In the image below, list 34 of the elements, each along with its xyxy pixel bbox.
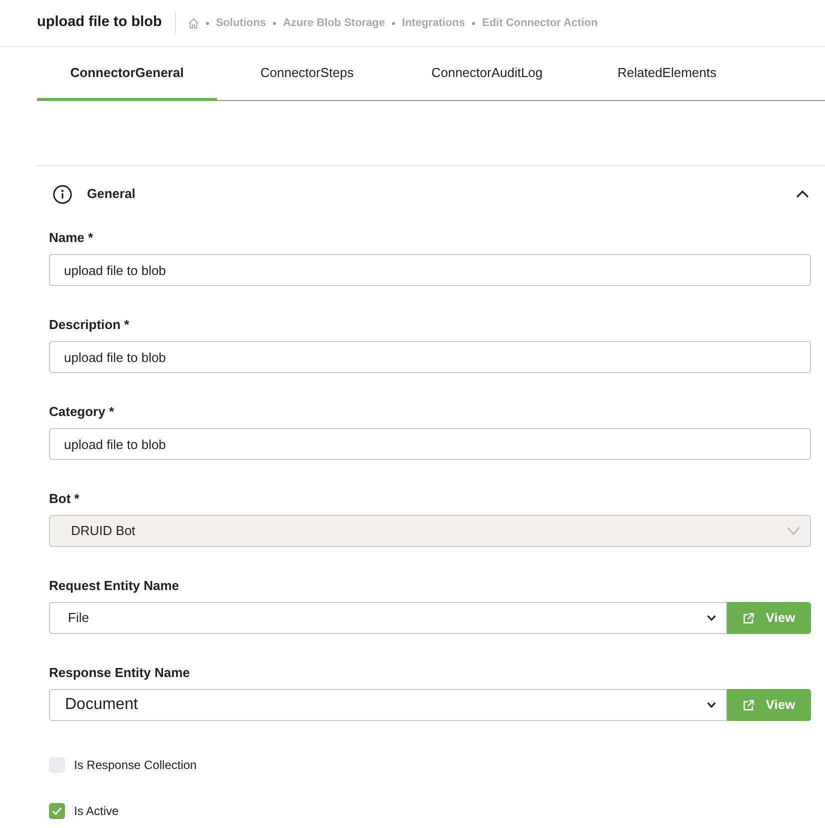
- text-input[interactable]: upload file to blob: [49, 341, 811, 373]
- dot-separator-icon: [472, 22, 475, 24]
- text-input[interactable]: upload file to blob: [49, 254, 811, 286]
- info-icon: [53, 184, 72, 204]
- checkmark-icon: [52, 807, 62, 815]
- page-title: upload file to blob: [37, 14, 162, 32]
- external-link-icon: [742, 700, 754, 710]
- dropdown-select[interactable]: File: [49, 602, 727, 634]
- text-input[interactable]: upload file to blob: [49, 428, 811, 460]
- tab[interactable]: ConnectorGeneral: [37, 47, 217, 101]
- checkbox[interactable]: [49, 803, 65, 819]
- chevron-down-icon: [707, 615, 716, 621]
- field-label: Bot *: [49, 491, 80, 507]
- chevron-down-icon: [787, 527, 800, 535]
- tab[interactable]: ConnectorSteps: [217, 47, 397, 101]
- field-label: Description *: [49, 317, 130, 333]
- dropdown-select[interactable]: Document: [49, 689, 727, 721]
- section-title: General: [87, 185, 136, 204]
- checkbox-label: Is Response Collection: [74, 757, 197, 774]
- field-label: Category *: [49, 404, 114, 420]
- tab[interactable]: ConnectorAuditLog: [397, 47, 577, 101]
- field-label: Response Entity Name: [49, 665, 190, 681]
- home-icon[interactable]: [188, 18, 199, 28]
- external-link-icon: [742, 612, 754, 624]
- dot-separator-icon: [206, 22, 209, 24]
- dropdown-select: DRUID Bot: [49, 515, 811, 547]
- field-label: Name *: [49, 230, 94, 246]
- tab[interactable]: RelatedElements: [577, 47, 757, 101]
- chevron-up-icon[interactable]: [796, 190, 809, 198]
- chevron-down-icon: [707, 702, 716, 708]
- dot-separator-icon: [272, 22, 276, 24]
- dot-separator-icon: [392, 22, 396, 24]
- checkbox-label: Is Active: [74, 803, 119, 820]
- field-label: Request Entity Name: [49, 578, 180, 594]
